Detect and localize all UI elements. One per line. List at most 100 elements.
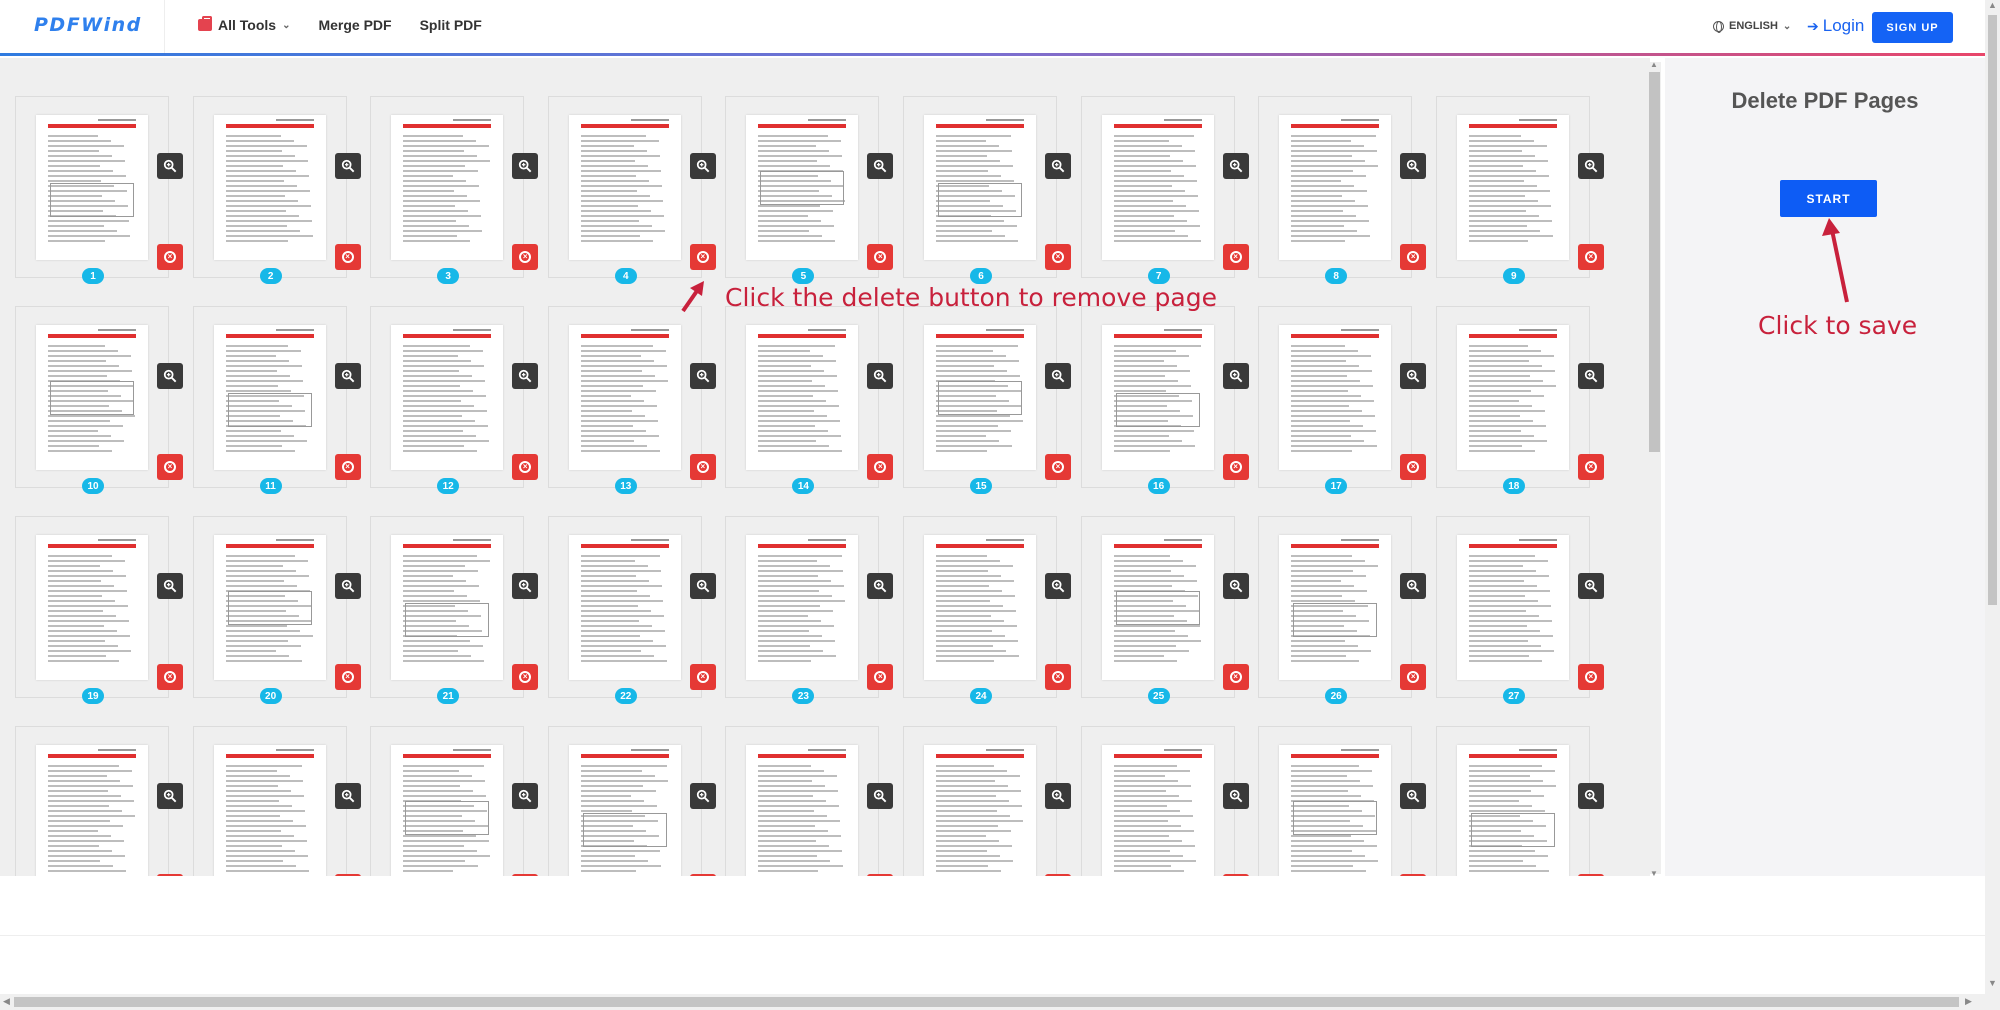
window-scrollbar-thumb[interactable] <box>1988 15 1997 605</box>
zoom-page-button[interactable] <box>334 363 361 389</box>
zoom-page-button[interactable] <box>512 363 539 389</box>
page-card[interactable]: × <box>192 726 361 876</box>
zoom-page-button[interactable] <box>1400 363 1427 389</box>
delete-page-button[interactable]: × <box>867 454 894 480</box>
window-scrollbar[interactable]: ▲ ▼ <box>1985 0 2000 1010</box>
zoom-page-button[interactable] <box>334 573 361 599</box>
zoom-page-button[interactable] <box>512 783 539 809</box>
page-card[interactable]: × 14 <box>725 306 894 494</box>
delete-page-button[interactable]: × <box>1222 244 1249 270</box>
page-card[interactable]: × 11 <box>192 306 361 494</box>
page-card[interactable]: × 5 <box>725 96 894 284</box>
delete-page-button[interactable]: × <box>1222 664 1249 690</box>
zoom-page-button[interactable] <box>1577 783 1604 809</box>
delete-page-button[interactable]: × <box>1222 454 1249 480</box>
zoom-page-button[interactable] <box>867 783 894 809</box>
page-card[interactable]: × 13 <box>547 306 716 494</box>
zoom-page-button[interactable] <box>867 363 894 389</box>
zoom-page-button[interactable] <box>1222 363 1249 389</box>
delete-page-button[interactable]: × <box>157 244 183 270</box>
zoom-page-button[interactable] <box>1400 783 1427 809</box>
delete-page-button[interactable]: × <box>334 454 361 480</box>
zoom-page-button[interactable] <box>689 363 716 389</box>
page-card[interactable]: × 17 <box>1258 306 1427 494</box>
pdfwind-logo[interactable]: PDFWind <box>34 14 142 36</box>
page-card[interactable]: × 21 <box>370 516 539 704</box>
page-card[interactable]: × <box>1080 726 1249 876</box>
zoom-page-button[interactable] <box>1577 363 1604 389</box>
delete-page-button[interactable]: × <box>1400 454 1427 480</box>
delete-page-button[interactable]: × <box>334 664 361 690</box>
page-card[interactable]: × <box>547 726 716 876</box>
delete-page-button[interactable]: × <box>157 664 183 690</box>
zoom-page-button[interactable] <box>1400 153 1427 179</box>
zoom-page-button[interactable] <box>334 153 361 179</box>
delete-page-button[interactable]: × <box>1577 244 1604 270</box>
scroll-down-arrow-icon[interactable]: ▼ <box>1988 978 1997 988</box>
page-card[interactable]: × 18 <box>1435 306 1604 494</box>
grid-scrollbar[interactable]: ▲ ▼ <box>1648 60 1661 878</box>
zoom-page-button[interactable] <box>157 573 183 599</box>
login-link[interactable]: ➔ Login <box>1807 16 1864 36</box>
delete-page-button[interactable]: × <box>334 244 361 270</box>
page-card[interactable]: × 8 <box>1258 96 1427 284</box>
grid-scrollbar-thumb[interactable] <box>1649 72 1660 452</box>
page-card[interactable]: × 6 <box>903 96 1071 284</box>
page-card[interactable]: × <box>903 726 1071 876</box>
page-card[interactable]: × 7 <box>1080 96 1249 284</box>
horizontal-scrollbar-thumb[interactable] <box>14 997 1959 1007</box>
nav-merge-pdf[interactable]: Merge PDF <box>318 17 391 33</box>
page-card[interactable]: × 19 <box>15 516 183 704</box>
page-card[interactable]: × 2 <box>192 96 361 284</box>
zoom-page-button[interactable] <box>1400 573 1427 599</box>
delete-page-button[interactable]: × <box>1400 664 1427 690</box>
signup-button[interactable]: SIGN UP <box>1872 12 1953 43</box>
delete-page-button[interactable]: × <box>867 664 894 690</box>
page-card[interactable]: × 15 <box>903 306 1071 494</box>
page-card[interactable]: × 9 <box>1435 96 1604 284</box>
page-card[interactable]: × 22 <box>547 516 716 704</box>
page-card[interactable]: × 25 <box>1080 516 1249 704</box>
page-card[interactable]: × 4 <box>547 96 716 284</box>
page-card[interactable]: × 27 <box>1435 516 1604 704</box>
delete-page-button[interactable]: × <box>1577 664 1604 690</box>
delete-page-button[interactable]: × <box>1045 664 1071 690</box>
zoom-page-button[interactable] <box>157 153 183 179</box>
page-card[interactable]: × 12 <box>370 306 539 494</box>
start-button[interactable]: START <box>1780 180 1877 217</box>
delete-page-button[interactable]: × <box>1577 454 1604 480</box>
page-card[interactable]: × 23 <box>725 516 894 704</box>
zoom-page-button[interactable] <box>512 573 539 599</box>
page-card[interactable]: × <box>725 726 894 876</box>
zoom-page-button[interactable] <box>689 573 716 599</box>
zoom-page-button[interactable] <box>1577 153 1604 179</box>
horizontal-scrollbar[interactable]: ◀ ▶ <box>0 994 1985 1010</box>
page-card[interactable]: × <box>370 726 539 876</box>
delete-page-button[interactable]: × <box>1045 244 1071 270</box>
delete-page-button[interactable]: × <box>1045 454 1071 480</box>
zoom-page-button[interactable] <box>334 783 361 809</box>
delete-page-button[interactable]: × <box>689 454 716 480</box>
page-card[interactable]: × 20 <box>192 516 361 704</box>
zoom-page-button[interactable] <box>1222 573 1249 599</box>
delete-page-button[interactable]: × <box>689 664 716 690</box>
zoom-page-button[interactable] <box>689 783 716 809</box>
zoom-page-button[interactable] <box>867 573 894 599</box>
delete-page-button[interactable]: × <box>689 244 716 270</box>
zoom-page-button[interactable] <box>1045 363 1071 389</box>
delete-page-button[interactable]: × <box>157 454 183 480</box>
page-card[interactable]: × 10 <box>15 306 183 494</box>
zoom-page-button[interactable] <box>1045 153 1071 179</box>
page-card[interactable]: × <box>1435 726 1604 876</box>
zoom-page-button[interactable] <box>1577 573 1604 599</box>
zoom-page-button[interactable] <box>689 153 716 179</box>
zoom-page-button[interactable] <box>867 153 894 179</box>
zoom-page-button[interactable] <box>157 783 183 809</box>
page-card[interactable]: × 3 <box>370 96 539 284</box>
nav-all-tools[interactable]: All Tools ⌄ <box>198 16 290 33</box>
scroll-right-arrow-icon[interactable]: ▶ <box>1965 996 1972 1007</box>
delete-page-button[interactable]: × <box>867 244 894 270</box>
page-card[interactable]: × <box>1258 726 1427 876</box>
language-selector[interactable]: ENGLISH ⌄ <box>1713 20 1791 33</box>
scroll-up-arrow-icon[interactable]: ▲ <box>1650 60 1658 69</box>
